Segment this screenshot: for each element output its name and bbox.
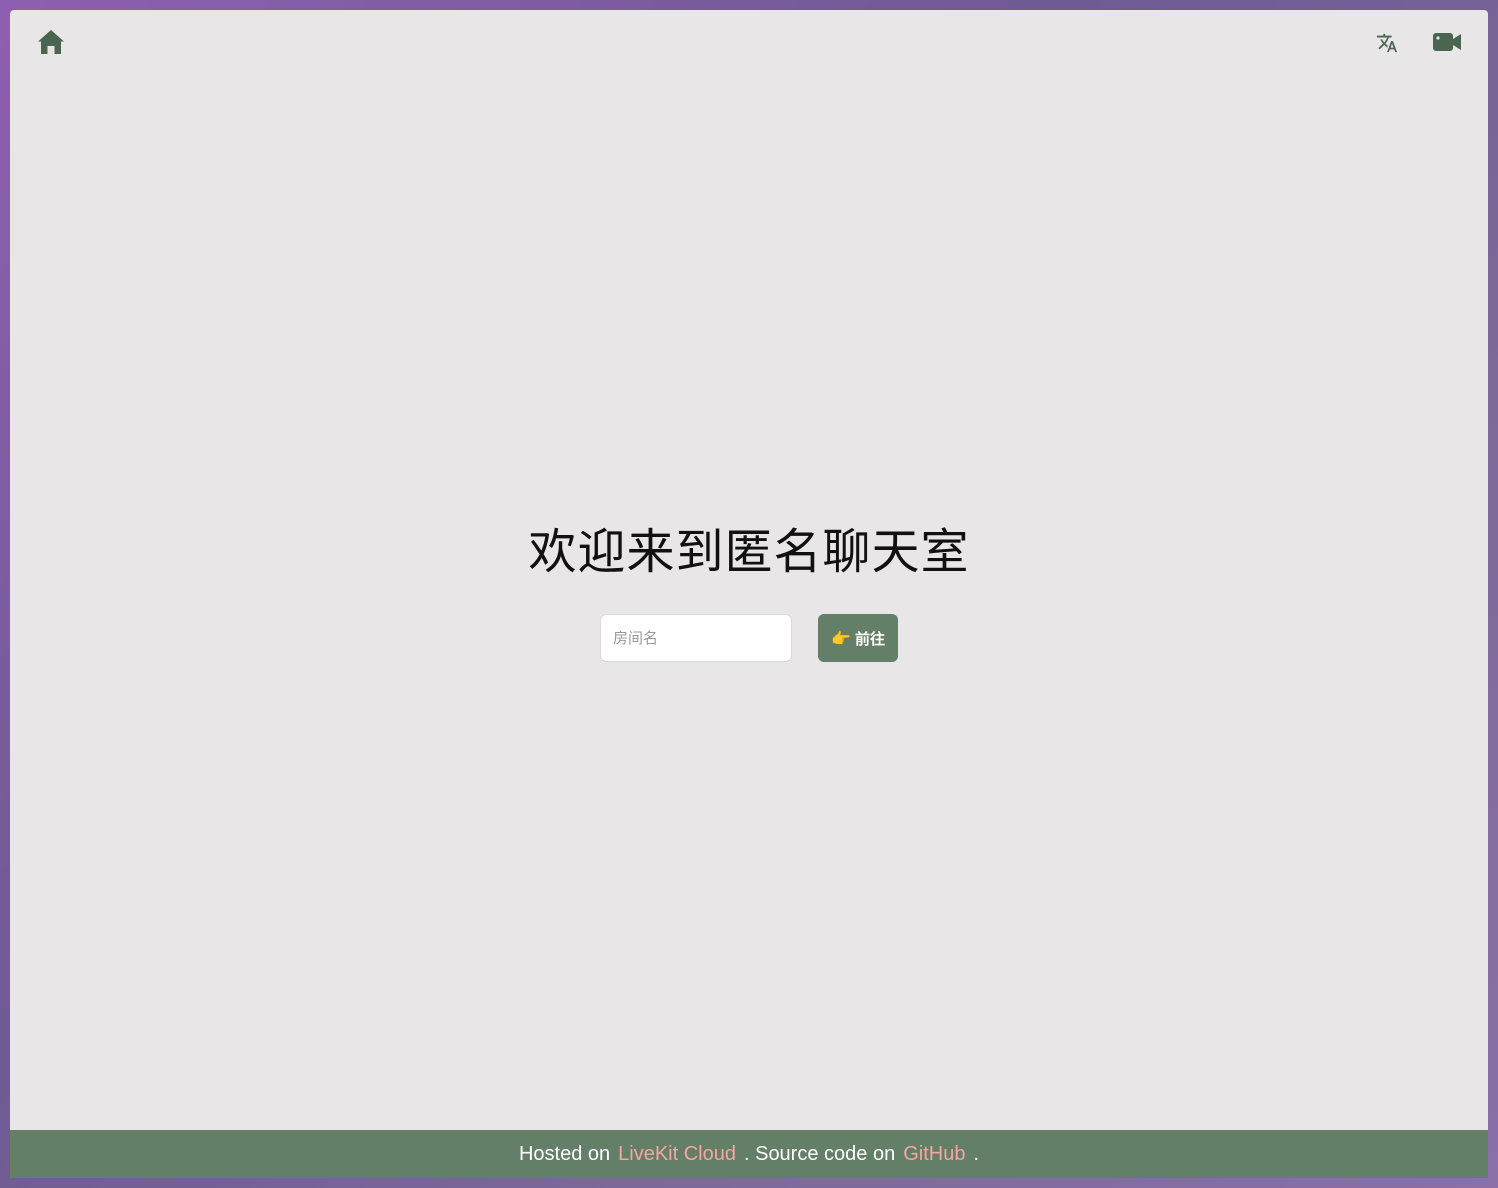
video-button[interactable]: [1429, 28, 1465, 56]
go-button[interactable]: 👉 前往: [818, 614, 898, 662]
pointing-hand-icon: 👉: [831, 628, 851, 648]
hero-section: 欢迎来到匿名聊天室: [10, 520, 1488, 584]
footer-text-after: .: [973, 1142, 980, 1165]
video-camera-icon: [1433, 33, 1461, 51]
join-room-form: 👉 前往: [10, 614, 1488, 662]
translate-icon: [1376, 33, 1398, 53]
home-button[interactable]: [34, 26, 68, 58]
language-button[interactable]: [1373, 30, 1401, 56]
go-button-label: 前往: [854, 629, 885, 648]
github-link[interactable]: GitHub: [903, 1143, 965, 1166]
page-title: 欢迎来到匿名聊天室: [528, 524, 970, 580]
livekit-cloud-link[interactable]: LiveKit Cloud: [618, 1143, 736, 1166]
footer-text-before: Hosted on: [518, 1142, 611, 1165]
footer: Hosted on LiveKit Cloud . Source code on…: [10, 1130, 1488, 1178]
footer-text-middle: . Source code on: [743, 1142, 896, 1165]
app-window: 欢迎来到匿名聊天室 👉 前往 Hosted on LiveKit Cloud .…: [10, 10, 1488, 1178]
home-icon: [38, 30, 64, 54]
top-bar: [10, 10, 1488, 74]
room-name-input[interactable]: [600, 614, 792, 662]
